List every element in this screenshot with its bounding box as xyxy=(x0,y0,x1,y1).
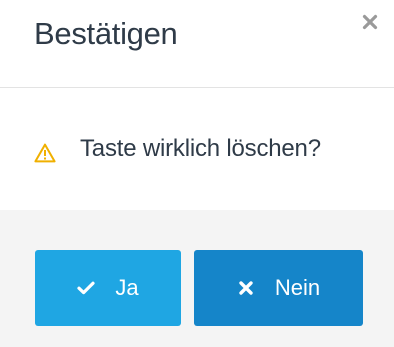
confirm-message: Taste wirklich löschen? xyxy=(80,135,321,162)
close-button[interactable] xyxy=(358,10,382,34)
check-icon xyxy=(77,279,95,297)
no-button[interactable]: Nein xyxy=(194,250,363,326)
no-button-label: Nein xyxy=(274,275,321,300)
close-icon xyxy=(362,14,378,30)
dialog-header: Bestätigen xyxy=(0,0,394,88)
dialog-title: Bestätigen xyxy=(34,16,178,51)
yes-button[interactable]: Ja xyxy=(35,250,181,326)
dialog-footer: Ja Nein xyxy=(0,210,394,347)
yes-button-label: Ja xyxy=(115,275,139,300)
confirm-dialog: Bestätigen Taste wirklich löschen? Ja Ne… xyxy=(0,0,394,347)
dialog-body: Taste wirklich löschen? xyxy=(0,89,394,210)
warning-triangle-icon xyxy=(34,143,56,163)
close-icon xyxy=(237,279,255,297)
